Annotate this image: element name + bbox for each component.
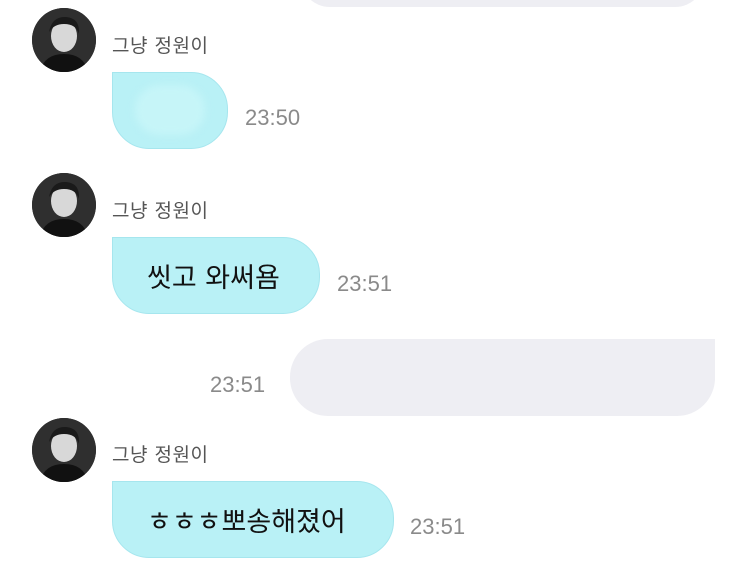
message-bubble[interactable]: ㅎㅎㅎ뽀송해졌어: [112, 481, 394, 558]
person-icon: [32, 418, 96, 482]
message-time: 23:51: [410, 514, 466, 539]
message-bubble[interactable]: 씻고 와써욤: [112, 237, 320, 314]
person-icon: [32, 8, 96, 72]
message-time: 23:51: [210, 372, 266, 397]
message-time: 23:51: [337, 271, 393, 296]
message-text: 씻고 와써욤: [147, 263, 280, 294]
avatar[interactable]: [32, 173, 96, 237]
message-time: 23:50: [245, 105, 301, 130]
blurred-sticker: [135, 85, 205, 135]
avatar[interactable]: [32, 8, 96, 72]
chat-screen: 그냥 정원이 23:50 그냥 정원이 씻고 와써욤 23:51 23:51 그…: [0, 0, 750, 579]
sticker-bubble[interactable]: [112, 72, 228, 149]
message-text: ㅎㅎㅎ뽀송해졌어: [147, 507, 346, 538]
outgoing-bubble[interactable]: [290, 339, 715, 416]
sender-name: 그냥 정원이: [112, 35, 209, 57]
person-icon: [32, 173, 96, 237]
outgoing-bubble-top-partial[interactable]: [300, 0, 705, 7]
sender-name: 그냥 정원이: [112, 200, 209, 222]
avatar[interactable]: [32, 418, 96, 482]
sender-name: 그냥 정원이: [112, 444, 209, 466]
